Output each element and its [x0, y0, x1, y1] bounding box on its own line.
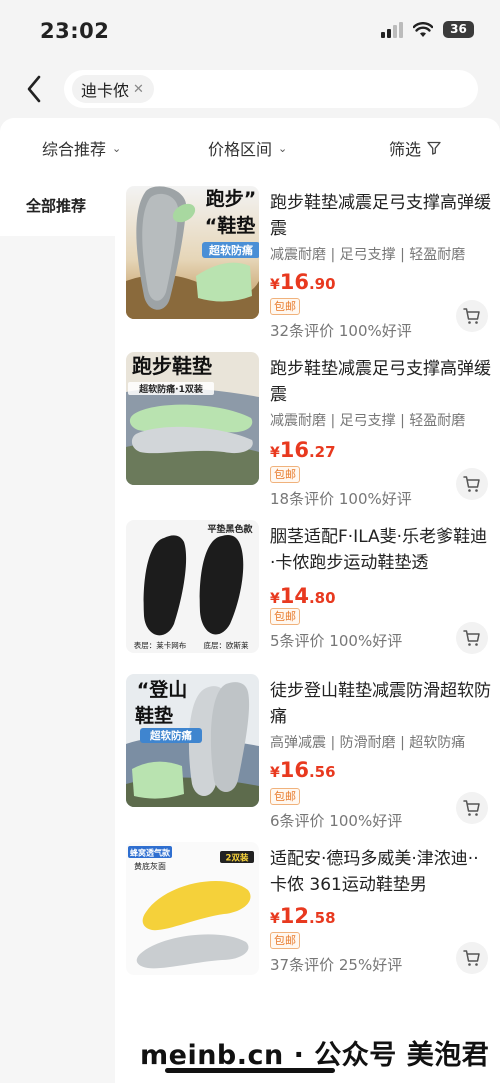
product-image[interactable]: “登山 鞋垫 超软防痛 — [126, 674, 259, 807]
product-reviews: 32条评价 100%好评 — [270, 322, 412, 340]
status-time: 23:02 — [40, 19, 110, 43]
product-image[interactable]: 跑步” “鞋垫 超软防痛 — [126, 186, 259, 319]
free-shipping-badge: 包邮 — [270, 932, 300, 949]
watermark-text: meinb.cn · 公众号 美泡君 — [140, 1040, 490, 1071]
product-price: ¥14.80 — [270, 584, 336, 608]
product-title[interactable]: 跑步鞋垫减震足弓支撑高弹缓震 — [270, 190, 492, 242]
search-query-chip[interactable]: 迪卡侬 ✕ — [72, 75, 154, 103]
wifi-icon — [413, 21, 433, 37]
add-to-cart-button[interactable] — [456, 942, 488, 974]
image-text: 平垫黑色款 — [207, 523, 253, 535]
image-text: 表层：莱卡网布 — [134, 640, 187, 650]
sort-dropdown[interactable]: 综合推荐 ⌄ — [42, 136, 121, 160]
product-title[interactable]: 跑步鞋垫减震足弓支撑高弹缓震 — [270, 356, 492, 408]
price-range-label: 价格区间 — [208, 140, 273, 159]
product-title[interactable]: 胭茎适配F·ILA斐·乐老爹鞋迪·卡侬跑步运动鞋垫透 — [270, 524, 492, 576]
free-shipping-badge: 包邮 — [270, 298, 300, 315]
product-price: ¥16.56 — [270, 758, 336, 782]
image-text: 2双装 — [226, 853, 249, 864]
image-text: 超软防痛 — [208, 243, 253, 257]
cart-icon — [463, 950, 480, 966]
product-title[interactable]: 徒步登山鞋垫减震防滑超软防痛 — [270, 678, 492, 730]
cart-icon — [463, 800, 480, 816]
clear-icon[interactable]: ✕ — [133, 82, 144, 97]
image-text: 蜂窝透气款 — [130, 848, 171, 858]
search-input[interactable]: 迪卡侬 ✕ — [64, 70, 478, 108]
product-card[interactable]: “登山 鞋垫 超软防痛 徒步登山鞋垫减震防滑超软防痛 高弹减震 | 防滑耐磨 |… — [126, 674, 492, 830]
product-price: ¥16.27 — [270, 438, 336, 462]
add-to-cart-button[interactable] — [456, 468, 488, 500]
image-text: 超软防痛 — [149, 729, 192, 742]
free-shipping-badge: 包邮 — [270, 608, 300, 625]
battery-indicator: 36 — [443, 21, 474, 38]
price-range-dropdown[interactable]: 价格区间 ⌄ — [208, 136, 287, 160]
product-card[interactable]: 跑步” “鞋垫 超软防痛 跑步鞋垫减震足弓支撑高弹缓震 减震耐磨 | 足弓支撑 … — [126, 186, 492, 340]
image-text: 鞋垫 — [135, 704, 173, 727]
product-card[interactable]: 平垫黑色款 表层：莱卡网布 底层：欧斯莱 胭茎适配F·ILA斐·乐老爹鞋迪·卡侬… — [126, 520, 492, 660]
add-to-cart-button[interactable] — [456, 792, 488, 824]
back-button[interactable] — [20, 72, 48, 106]
signal-icon — [381, 21, 403, 38]
product-image[interactable]: 蜂窝透气款 黄底灰面 2双装 — [126, 842, 259, 975]
image-text: 跑步” — [206, 187, 257, 210]
cart-icon — [463, 308, 480, 324]
product-reviews: 6条评价 100%好评 — [270, 812, 403, 830]
category-sidebar — [0, 176, 115, 1083]
product-reviews: 37条评价 25%好评 — [270, 956, 403, 974]
product-price: ¥16.90 — [270, 270, 336, 294]
product-card[interactable]: 跑步鞋垫 超软防痛·1双装 跑步鞋垫减震足弓支撑高弹缓震 减震耐磨 | 足弓支撑… — [126, 352, 492, 508]
product-price: ¥12.58 — [270, 904, 336, 928]
cart-icon — [463, 630, 480, 646]
free-shipping-badge: 包邮 — [270, 466, 300, 483]
add-to-cart-button[interactable] — [456, 622, 488, 654]
chevron-left-icon — [27, 75, 41, 103]
filter-label: 筛选 — [389, 140, 422, 159]
status-icons: 36 — [381, 21, 474, 38]
status-bar: 23:02 36 — [0, 0, 500, 62]
search-query-text: 迪卡侬 — [81, 81, 130, 100]
page: 23:02 36 迪卡侬 ✕ 综合推荐 ⌄ 价格区间 ⌄ 筛选 全部推荐 跑步”… — [0, 0, 500, 1083]
product-tags: 高弹减震 | 防滑耐磨 | 超软防痛 — [270, 735, 466, 751]
funnel-icon — [427, 141, 441, 155]
sidebar-item-all[interactable]: 全部推荐 — [0, 176, 115, 236]
image-text: 跑步鞋垫 — [132, 354, 212, 378]
image-text: “鞋垫 — [205, 214, 256, 237]
product-card[interactable]: 蜂窝透气款 黄底灰面 2双装 适配安·德玛多威美·津浓迪··卡侬 361运动鞋垫… — [126, 842, 492, 982]
filter-button[interactable]: 筛选 — [389, 136, 441, 160]
product-tags: 减震耐磨 | 足弓支撑 | 轻盈耐磨 — [270, 247, 466, 263]
chevron-down-icon: ⌄ — [112, 141, 122, 155]
product-reviews: 5条评价 100%好评 — [270, 632, 403, 650]
chevron-down-icon: ⌄ — [278, 141, 288, 155]
cart-icon — [463, 476, 480, 492]
product-title[interactable]: 适配安·德玛多威美·津浓迪··卡侬 361运动鞋垫男 — [270, 846, 492, 898]
home-indicator — [165, 1068, 335, 1073]
product-image[interactable]: 跑步鞋垫 超软防痛·1双装 — [126, 352, 259, 485]
product-reviews: 18条评价 100%好评 — [270, 490, 412, 508]
product-tags: 减震耐磨 | 足弓支撑 | 轻盈耐磨 — [270, 413, 466, 429]
add-to-cart-button[interactable] — [456, 300, 488, 332]
sort-label: 综合推荐 — [42, 140, 107, 159]
image-text: 底层：欧斯莱 — [204, 640, 249, 650]
image-text: “登山 — [137, 678, 188, 701]
product-image[interactable]: 平垫黑色款 表层：莱卡网布 底层：欧斯莱 — [126, 520, 259, 653]
image-text: 超软防痛·1双装 — [138, 383, 204, 395]
image-text: 黄底灰面 — [134, 861, 166, 871]
free-shipping-badge: 包邮 — [270, 788, 300, 805]
